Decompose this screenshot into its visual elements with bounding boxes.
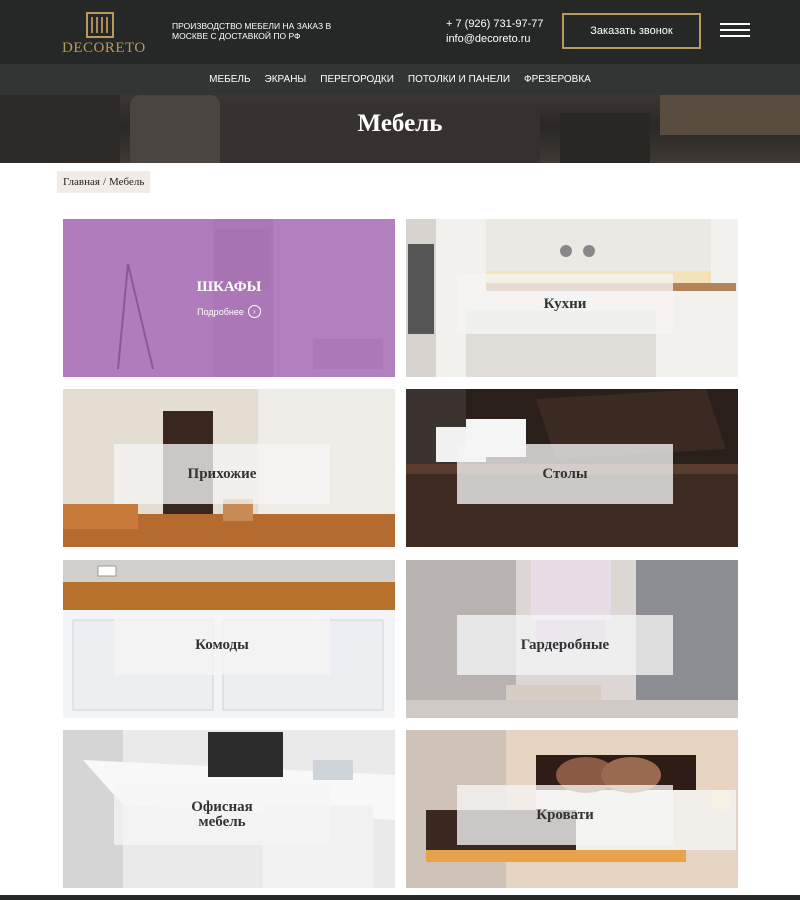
- tile-label: ШКАФЫ: [196, 279, 262, 295]
- main-nav-bar: МЕБЕЛЬ ЭКРАНЫ ПЕРЕГОРОДКИ ПОТОЛКИ И ПАНЕ…: [0, 64, 800, 95]
- tile-label: Кровати: [536, 806, 594, 823]
- nav-item-ceilings-panels[interactable]: ПОТОЛКИ И ПАНЕЛИ: [408, 74, 510, 85]
- category-tile-beds[interactable]: Кровати: [406, 730, 738, 888]
- category-tile-kitchens[interactable]: Кухни: [406, 219, 738, 377]
- breadcrumb-home[interactable]: Главная: [63, 176, 100, 188]
- hero-banner: Мебель: [0, 95, 800, 163]
- tile-label-box: Комоды: [114, 615, 330, 675]
- tile-label: Кухни: [543, 295, 587, 312]
- burger-line: [720, 29, 750, 31]
- burger-line: [720, 35, 750, 37]
- category-tile-dressers[interactable]: Комоды: [63, 560, 395, 718]
- breadcrumb-current: Мебель: [109, 176, 145, 188]
- tile-label-box: Офисная мебель: [114, 785, 330, 845]
- arrow-right-circle-icon: ›: [247, 305, 261, 318]
- tile-label: Комоды: [195, 636, 249, 653]
- nav-item-milling[interactable]: ФРЕЗЕРОВКА: [524, 74, 591, 85]
- category-tile-hallways[interactable]: Прихожие: [63, 389, 395, 547]
- header: DECORETO ПРОИЗВОДСТВО МЕБЕЛИ НА ЗАКАЗ В …: [0, 0, 800, 64]
- tile-label-box: Столы: [457, 444, 673, 504]
- more-link[interactable]: Подробнее ›: [63, 305, 395, 318]
- category-tile-wardrobes[interactable]: ШКАФЫ Подробнее ›: [63, 219, 395, 377]
- nav-item-partitions[interactable]: ПЕРЕГОРОДКИ: [320, 74, 394, 85]
- burger-menu-icon[interactable]: [720, 23, 750, 39]
- tagline: ПРОИЗВОДСТВО МЕБЕЛИ НА ЗАКАЗ В МОСКВЕ С …: [172, 21, 332, 41]
- more-link-label: Подробнее: [197, 306, 244, 317]
- tile-label: Прихожие: [187, 465, 257, 482]
- order-call-button[interactable]: Заказать звонок: [562, 13, 701, 49]
- breadcrumb-separator: /: [102, 176, 106, 188]
- page-title: Мебель: [357, 110, 443, 137]
- logo-mark-icon: [86, 12, 114, 38]
- tile-label-box: Гардеробные: [457, 615, 673, 675]
- tile-label-box: Кухни: [457, 274, 673, 334]
- logo[interactable]: DECORETO: [62, 10, 146, 58]
- tile-label: Офисная мебель: [191, 799, 253, 830]
- tile-label: Гардеробные: [520, 636, 610, 653]
- email-link[interactable]: info@decoreto.ru: [446, 33, 531, 45]
- nav-item-furniture[interactable]: МЕБЕЛЬ: [209, 74, 250, 85]
- phone-link[interactable]: + 7 (926) 731-97-77: [446, 18, 544, 30]
- category-tile-office-furniture[interactable]: Офисная мебель: [63, 730, 395, 888]
- tile-label: Столы: [542, 465, 588, 482]
- tile-label-box: Прихожие: [114, 444, 330, 504]
- category-tile-walk-in-closets[interactable]: Гардеробные: [406, 560, 738, 718]
- tile-label-box: Кровати: [457, 785, 673, 845]
- main-nav: МЕБЕЛЬ ЭКРАНЫ ПЕРЕГОРОДКИ ПОТОЛКИ И ПАНЕ…: [0, 64, 800, 95]
- nav-item-screens[interactable]: ЭКРАНЫ: [265, 74, 307, 85]
- logo-text: DECORETO: [62, 40, 146, 56]
- burger-line: [720, 23, 750, 25]
- category-tile-tables[interactable]: Столы: [406, 389, 738, 547]
- active-overlay: [63, 219, 395, 377]
- breadcrumb: Главная / Мебель: [57, 171, 151, 193]
- footer-edge: [0, 895, 800, 900]
